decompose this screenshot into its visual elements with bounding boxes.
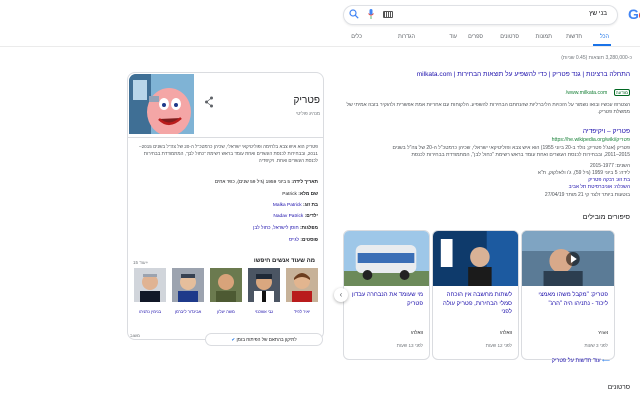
search-result-ad: התחלה ברצינות | גנד פטריק | כדי להשפיע ע… — [340, 71, 630, 117]
result-stats: כ-3,280,000 תוצאות (0.45 שניות) — [561, 55, 632, 61]
result-snippet-line: 2015–2011, ובבחירות לכנסת העשרים ואחת עו… — [411, 152, 630, 159]
keyboard-icon[interactable] — [383, 11, 393, 18]
knowledge-panel-divider — [127, 137, 324, 138]
person-photo — [134, 268, 166, 302]
story-time: לפני 13 שעות — [396, 343, 423, 348]
ad-badge: מודעה — [613, 89, 630, 96]
knowledge-panel-description: פטריק הוא איש צבא בלחימה ופוליטיקאי ישרא… — [139, 144, 318, 164]
videos-heading: סרטונים — [607, 384, 630, 391]
result-meta: בוטעות ביותר זלצר קי 21 מותר 27/04/19 — [544, 191, 630, 198]
knowledge-panel-title: פטריק — [293, 95, 320, 106]
logo-letter-g: G — [628, 6, 639, 22]
fact-value-link[interactable]: Nadav Patrick — [273, 214, 303, 219]
person-photo — [248, 268, 280, 302]
story-card[interactable]: לשתות מחשבה אין הוכחה סמלי הבחירות, פטרי… — [432, 230, 519, 360]
tab-all[interactable]: הכל — [600, 34, 609, 40]
person-card[interactable]: בנימין נתניהו — [134, 268, 166, 314]
feedback-button-label: לתיקון בהתאם של הפיתוח בזמן — [236, 337, 297, 342]
microphone-icon[interactable] — [368, 9, 374, 19]
result-fact-line[interactable]: השכלה: אוניברסיטת תל אביב — [340, 184, 630, 191]
story-headline[interactable]: לשתות מחשבה אין הוכחה סמלי הבחירות, פטרי… — [439, 291, 512, 317]
search-query-text: בני שץ — [589, 10, 607, 17]
result-fact-line: לידה: 5 ביוני 1959 (גיל 59), ג'ו ולאלקוק… — [537, 169, 630, 176]
person-name: משה יעלון — [217, 309, 235, 314]
kp-fact-fullname: שם מלא: Patrick — [134, 192, 318, 197]
tab-videos[interactable]: סרטונים — [500, 34, 519, 40]
story-source: וואלה! — [410, 331, 423, 336]
story-image — [522, 231, 614, 286]
tab-more[interactable]: עוד — [449, 34, 457, 40]
tab-images[interactable]: תמונות — [536, 34, 552, 40]
kp-fact-spouse: בת זוג: Malka Patrick — [134, 203, 318, 208]
kp-fact-parties: מפלגות: חוסן לישראל, כחול לבן — [134, 226, 318, 231]
more-news-label: עוד חדשות על פטריק — [551, 358, 601, 364]
fact-value: Patrick — [282, 192, 297, 197]
story-source: Ynet — [598, 331, 608, 336]
fact-key: שם מלא: — [298, 192, 318, 197]
person-card[interactable]: יאיר לפיד — [286, 268, 318, 314]
fact-key: פוסטים: — [300, 238, 318, 243]
search-result-wikipedia: פטריק – ויקיפדיה https://he.wikipedia.or… — [340, 128, 631, 199]
result-url-row: מודעה www.milkata.com/ — [340, 81, 630, 99]
fact-key: תאריך לידה: — [291, 180, 318, 185]
knowledge-panel-subtitle: מנהיג פוליטי — [296, 111, 320, 116]
kp-fact-birth: תאריך לידה: 5 ביוני 1959 (גיל 59 שנים), … — [134, 180, 318, 185]
search-icon[interactable] — [349, 9, 359, 19]
tab-settings[interactable]: הגדרות — [398, 34, 415, 40]
fact-value: 5 ביוני 1959 (גיל 59 שנים), כפר אחים — [214, 180, 291, 185]
person-photo — [210, 268, 242, 302]
feedback-button[interactable]: לתיקון בהתאם של הפיתוח בזמן ✔ — [205, 333, 323, 346]
result-snippet: הצטרפו עכשיו ובואו נשמור על הזכויות הליב… — [346, 102, 630, 116]
google-logo[interactable]: Go — [628, 6, 640, 22]
tab-news[interactable]: חדשות — [566, 34, 582, 40]
person-name: גבי אשכנזי — [254, 309, 274, 314]
fact-value-link[interactable]: חוסן לישראל, כחול לבן — [253, 226, 298, 231]
share-icon[interactable] — [204, 96, 214, 108]
result-url[interactable]: www.milkata.com/ — [566, 90, 608, 96]
story-image — [344, 231, 429, 286]
kp-fact-children: ילדים: Nadav Patrick — [134, 214, 318, 219]
person-name: אביגדור ליברמן — [174, 309, 202, 314]
result-fact-line: השנים: 2015-1977 — [589, 162, 630, 169]
fact-key: מפלגות: — [299, 226, 318, 231]
header-divider — [0, 46, 640, 47]
tab-books[interactable]: ספרים — [468, 34, 483, 40]
person-photo — [286, 268, 318, 302]
story-card[interactable]: פטריק: "מקבל משהו מאמצי ליכוד - נתניהו ה… — [521, 230, 615, 360]
kp-fact-posts: פוסטים: לגייס — [134, 238, 318, 243]
people-also-search-more[interactable]: עוד 15+ — [133, 260, 148, 265]
verified-shield-icon: ✔ — [231, 337, 236, 342]
story-time: לפני 12 שעות — [485, 343, 512, 348]
carousel-prev-button[interactable]: ‹ — [334, 288, 348, 302]
result-title-link[interactable]: התחלה ברצינות | גנד פטריק | כדי להשפיע ע… — [340, 71, 630, 78]
person-card[interactable]: אביגדור ליברמן — [172, 268, 204, 314]
story-headline[interactable]: פטריק: "מקבל משהו מאמצי ליכוד - נתניהו ה… — [528, 291, 608, 308]
person-card[interactable]: משה יעלון — [210, 268, 242, 314]
story-time: לפני 3 שעות — [584, 343, 608, 348]
people-also-search-heading: מה שעוד אנשים חיפשו — [253, 258, 315, 264]
result-url[interactable]: https://he.wikipedia.org/wiki/פטריק — [340, 137, 630, 143]
result-title-link[interactable]: פטריק – ויקיפדיה — [340, 128, 630, 135]
fact-value-link[interactable]: לגייס — [289, 238, 299, 243]
feedback-link[interactable]: משוב — [130, 333, 140, 338]
knowledge-panel-image[interactable] — [129, 74, 194, 134]
story-source: וואלה! — [499, 331, 512, 336]
person-photo — [172, 268, 204, 302]
fact-key: ילדים: — [304, 214, 318, 219]
story-image — [433, 231, 518, 286]
fact-value-link[interactable]: Malka Patrick — [273, 203, 302, 208]
person-name: בנימין נתניהו — [138, 309, 162, 314]
top-stories-heading: סיפורים מובילים — [582, 214, 630, 221]
arrow-left-icon: ⟵ — [600, 358, 610, 364]
more-news-link[interactable]: ⟵ עוד חדשות על פטריק — [552, 358, 610, 364]
tab-tools[interactable]: כלים — [351, 34, 362, 40]
story-card[interactable]: מי שעומד את הנבחרה עבדון פטריק וואלה! לפ… — [343, 230, 430, 360]
story-headline[interactable]: מי שעומד את הנבחרה עבדון פטריק — [350, 291, 423, 308]
person-name: יאיר לפיד — [293, 309, 311, 314]
fact-key: בת זוג: — [303, 203, 318, 208]
person-card[interactable]: גבי אשכנזי — [248, 268, 280, 314]
